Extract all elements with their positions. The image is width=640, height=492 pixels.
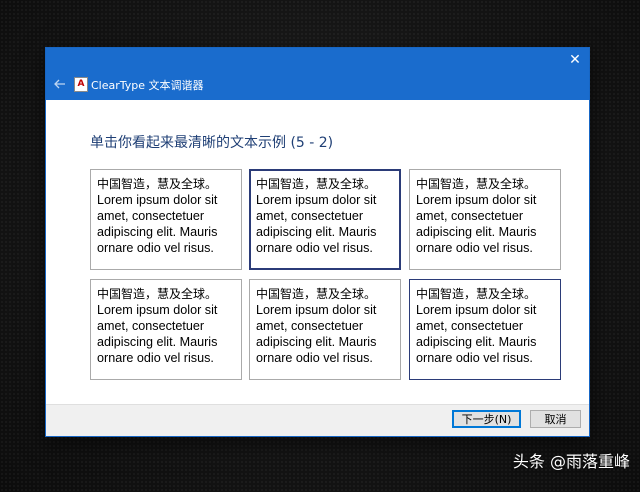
next-button[interactable]: 下一步(N) bbox=[452, 410, 521, 428]
text-sample-2[interactable]: 中国智造，慧及全球。 Lorem ipsum dolor sit amet, c… bbox=[249, 169, 401, 270]
sample-chinese-text: 中国智造，慧及全球。 bbox=[416, 177, 537, 191]
close-button[interactable]: ✕ bbox=[561, 48, 589, 72]
cleartype-app-icon: A bbox=[74, 77, 88, 92]
back-button[interactable] bbox=[52, 76, 68, 92]
sample-chinese-text: 中国智造，慧及全球。 bbox=[256, 177, 377, 191]
text-sample-6[interactable]: 中国智造，慧及全球。 Lorem ipsum dolor sit amet, c… bbox=[409, 279, 561, 380]
sample-latin-text: Lorem ipsum dolor sit amet, consectetuer… bbox=[416, 303, 537, 365]
text-sample-1[interactable]: 中国智造，慧及全球。 Lorem ipsum dolor sit amet, c… bbox=[90, 169, 242, 270]
back-arrow-icon bbox=[54, 79, 65, 89]
close-icon: ✕ bbox=[569, 52, 581, 68]
sample-chinese-text: 中国智造，慧及全球。 bbox=[97, 287, 218, 301]
sample-latin-text: Lorem ipsum dolor sit amet, consectetuer… bbox=[256, 303, 377, 365]
button-bar: 下一步(N) 取消 bbox=[46, 404, 589, 436]
title-bar: ✕ A ClearType 文本调谐器 bbox=[46, 48, 589, 100]
sample-chinese-text: 中国智造，慧及全球。 bbox=[97, 177, 218, 191]
cancel-button[interactable]: 取消 bbox=[530, 410, 581, 428]
window-title: ClearType 文本调谐器 bbox=[91, 79, 204, 92]
sample-latin-text: Lorem ipsum dolor sit amet, consectetuer… bbox=[256, 193, 377, 255]
cleartype-tuner-window: ✕ A ClearType 文本调谐器 单击你看起来最清晰的文本示例 (5 - … bbox=[45, 47, 590, 437]
sample-latin-text: Lorem ipsum dolor sit amet, consectetuer… bbox=[97, 193, 218, 255]
page-heading: 单击你看起来最清晰的文本示例 (5 - 2) bbox=[90, 135, 334, 151]
watermark: 头条 @雨落重峰 bbox=[512, 452, 630, 471]
sample-latin-text: Lorem ipsum dolor sit amet, consectetuer… bbox=[416, 193, 537, 255]
sample-latin-text: Lorem ipsum dolor sit amet, consectetuer… bbox=[97, 303, 218, 365]
text-sample-3[interactable]: 中国智造，慧及全球。 Lorem ipsum dolor sit amet, c… bbox=[409, 169, 561, 270]
text-sample-4[interactable]: 中国智造，慧及全球。 Lorem ipsum dolor sit amet, c… bbox=[90, 279, 242, 380]
sample-chinese-text: 中国智造，慧及全球。 bbox=[416, 287, 537, 301]
text-sample-5[interactable]: 中国智造，慧及全球。 Lorem ipsum dolor sit amet, c… bbox=[249, 279, 401, 380]
sample-chinese-text: 中国智造，慧及全球。 bbox=[256, 287, 377, 301]
